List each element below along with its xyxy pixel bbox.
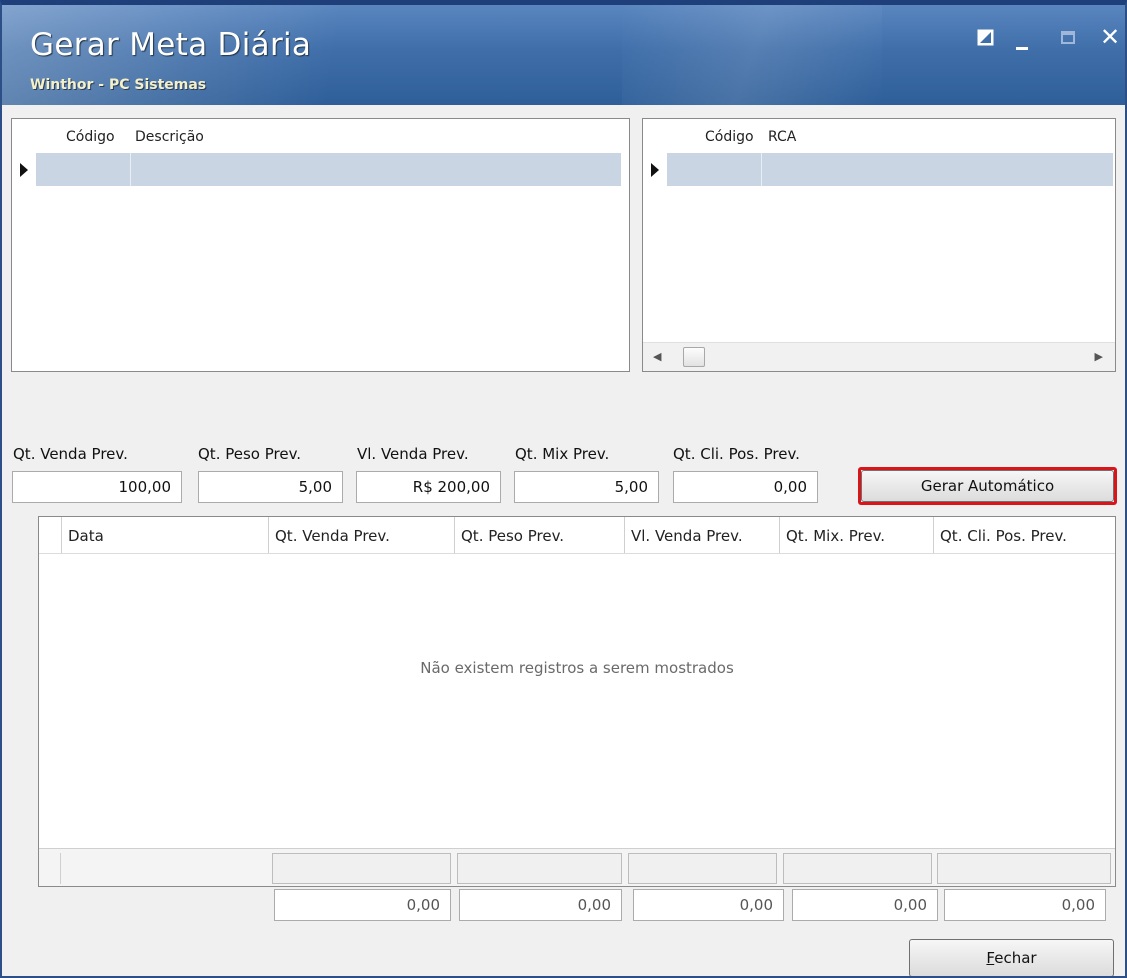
total-qt-peso-prev: 0,00 (459, 889, 622, 921)
total-vl-venda-prev: 0,00 (633, 889, 784, 921)
column-header-rca[interactable]: RCA (768, 129, 796, 145)
column-header-qt-peso-prev[interactable]: Qt. Peso Prev. (454, 517, 624, 553)
qt-mix-prev-input[interactable]: 5,00 (514, 471, 659, 503)
footer-cell (628, 853, 777, 884)
selected-row[interactable] (667, 153, 1113, 186)
selected-row[interactable] (36, 153, 621, 186)
scrollbar-thumb[interactable] (683, 347, 705, 367)
total-qt-cli-pos-prev: 0,00 (944, 889, 1106, 921)
meta-grid-header: Data Qt. Venda Prev. Qt. Peso Prev. Vl. … (39, 517, 1115, 554)
qt-venda-prev-input[interactable]: 100,00 (12, 471, 182, 503)
footer-cell (272, 853, 451, 884)
fechar-label: echar (994, 949, 1037, 967)
minimize-icon[interactable] (1016, 47, 1028, 50)
footer-cell (39, 853, 61, 884)
total-qt-mix-prev: 0,00 (792, 889, 938, 921)
qt-cli-pos-prev-input[interactable]: 0,00 (673, 471, 818, 503)
vl-venda-prev-label: Vl. Venda Prev. (357, 445, 469, 463)
highlight-box (858, 467, 1117, 505)
empty-grid-message: Não existem registros a serem mostrados (420, 659, 734, 677)
content-area: Código Descrição Código RCA ◀ ▶ Qt. Vend… (2, 105, 1125, 976)
qt-cli-pos-prev-label: Qt. Cli. Pos. Prev. (673, 445, 800, 463)
rca-grid[interactable]: Código RCA ◀ ▶ (642, 118, 1116, 372)
meta-diaria-grid[interactable]: Data Qt. Venda Prev. Qt. Peso Prev. Vl. … (38, 516, 1116, 887)
column-header-vl-venda-prev[interactable]: Vl. Venda Prev. (624, 517, 779, 553)
total-qt-venda-prev: 0,00 (274, 889, 451, 921)
product-grid[interactable]: Código Descrição (11, 118, 630, 372)
qt-venda-prev-label: Qt. Venda Prev. (13, 445, 128, 463)
edit-icon[interactable] (977, 29, 994, 46)
qt-peso-prev-input[interactable]: 5,00 (198, 471, 343, 503)
footer-cell (457, 853, 622, 884)
scroll-left-icon[interactable]: ◀ (653, 350, 661, 363)
column-header-qt-cli-pos-prev[interactable]: Qt. Cli. Pos. Prev. (933, 517, 1115, 553)
window-subtitle: Winthor - PC Sistemas (30, 77, 207, 93)
column-header-descricao[interactable]: Descrição (135, 129, 204, 145)
grid-footer-row (39, 848, 1115, 886)
column-header-data[interactable]: Data (61, 517, 268, 553)
footer-cell (783, 853, 932, 884)
gerar-meta-diaria-window: Gerar Meta Diária Winthor - PC Sistemas … (0, 0, 1127, 978)
column-header-codigo[interactable]: Código (66, 129, 115, 145)
fechar-button[interactable]: Fechar (909, 939, 1114, 976)
rca-grid-header: Código RCA (643, 119, 1115, 153)
window-title: Gerar Meta Diária (30, 27, 312, 63)
column-header-qt-mix-prev[interactable]: Qt. Mix. Prev. (779, 517, 933, 553)
vl-venda-prev-input[interactable]: R$ 200,00 (356, 471, 501, 503)
maximize-icon[interactable] (1061, 31, 1075, 44)
product-grid-header: Código Descrição (12, 119, 629, 153)
title-bar[interactable]: Gerar Meta Diária Winthor - PC Sistemas … (2, 5, 1125, 105)
horizontal-scrollbar[interactable]: ◀ ▶ (643, 342, 1115, 371)
qt-peso-prev-label: Qt. Peso Prev. (198, 445, 302, 463)
current-row-indicator-icon (20, 163, 28, 177)
scroll-right-icon[interactable]: ▶ (1095, 350, 1103, 363)
close-icon[interactable]: ✕ (1100, 25, 1120, 49)
column-header-codigo[interactable]: Código (705, 129, 754, 145)
column-header-qt-venda-prev[interactable]: Qt. Venda Prev. (268, 517, 454, 553)
footer-cell (937, 853, 1111, 884)
current-row-indicator-icon (651, 163, 659, 177)
qt-mix-prev-label: Qt. Mix Prev. (515, 445, 610, 463)
